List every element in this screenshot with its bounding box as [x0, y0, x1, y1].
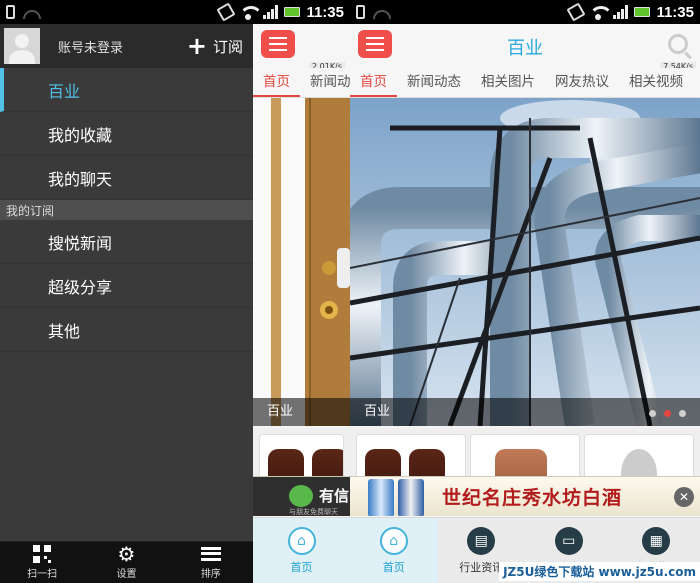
- slide-dot[interactable]: [679, 410, 686, 417]
- vibrate-icon: [216, 2, 237, 22]
- tab-bar: 首页 新闻动态: [253, 68, 350, 98]
- tab-discussion[interactable]: 网友热议: [545, 68, 619, 97]
- page-title: 百业: [507, 38, 543, 59]
- wifi-icon: [589, 6, 614, 20]
- sort-icon: [200, 545, 221, 563]
- signal-icon: [263, 5, 279, 19]
- book-icon: ▤: [467, 526, 496, 555]
- app-pane-sliding: 2.01K/s 首页 新闻动态 百业 有信 与朋友免费聊天 ⌂ 首页: [253, 24, 350, 583]
- sync-icon: [23, 9, 41, 19]
- nav-home[interactable]: ⌂ 首页: [350, 518, 438, 583]
- tab-bar: 首页 新闻动态 相关图片 网友热议 相关视频: [350, 68, 700, 98]
- clock: 11:35: [656, 3, 694, 21]
- sort-button[interactable]: 排序: [169, 542, 253, 583]
- signal-icon: [613, 5, 629, 19]
- search-icon[interactable]: [668, 34, 688, 54]
- bottom-nav: ⌂ 首页: [253, 517, 350, 583]
- subscribe-label: 订阅: [212, 37, 243, 56]
- vibrate-icon: [566, 2, 587, 22]
- ad-subtitle: 与朋友免费聊天: [289, 508, 338, 516]
- ad-banner-wechat[interactable]: 有信 与朋友免费聊天: [253, 476, 350, 516]
- account-header: 账号未登录 + 订阅: [0, 24, 253, 68]
- menu-item-news[interactable]: 搜悦新闻: [0, 220, 253, 264]
- menu-icon[interactable]: [261, 30, 295, 58]
- hero-image[interactable]: 百业: [253, 98, 350, 426]
- pipes-image: [350, 98, 700, 426]
- menu-item-share[interactable]: 超级分享: [0, 264, 253, 308]
- drawer-toolbar: 扫一扫 ⚙ 设置 排序: [0, 541, 253, 583]
- tab-images[interactable]: 相关图片: [471, 68, 545, 97]
- slide-dot-active[interactable]: [664, 410, 671, 417]
- app-header: 2.01K/s: [253, 24, 350, 71]
- section-subscriptions: 我的订阅: [0, 200, 253, 220]
- battery-icon: [284, 7, 301, 17]
- door-image: [253, 98, 350, 426]
- tab-home[interactable]: 首页: [350, 68, 397, 97]
- ad-text: 世纪名庄秀水坊白酒: [442, 487, 623, 509]
- menu-item-chat[interactable]: 我的聊天: [0, 156, 253, 200]
- settings-label: 设置: [116, 569, 137, 580]
- gear-icon: ⚙: [117, 542, 136, 566]
- sort-label: 排序: [200, 569, 221, 580]
- phone-icon: [356, 5, 365, 19]
- nav-home[interactable]: ⌂ 首页: [253, 518, 350, 583]
- slide-dot[interactable]: [649, 410, 656, 417]
- navigation-drawer: 账号未登录 + 订阅 百业 我的收藏 我的聊天 我的订阅 搜悦新闻 超级分享 其…: [0, 24, 253, 583]
- scan-button[interactable]: 扫一扫: [0, 542, 84, 583]
- close-icon[interactable]: ✕: [674, 487, 694, 507]
- qr-code-icon: [32, 545, 52, 563]
- tab-news[interactable]: 新闻动态: [300, 68, 350, 97]
- scan-label: 扫一扫: [27, 569, 58, 580]
- settings-button[interactable]: ⚙ 设置: [84, 542, 168, 583]
- nav-home-label: 首页: [382, 560, 405, 574]
- clock: 11:35: [306, 3, 344, 21]
- watermark: JZ5U绿色下载站 www.jz5u.com: [499, 562, 700, 581]
- ad-banner[interactable]: 世纪名庄秀水坊白酒 ✕: [350, 476, 700, 516]
- hero-caption: 百业: [253, 398, 350, 426]
- app-pane-main: 百业 7.54K/s 首页 新闻动态 相关图片 网友热议 相关视频 百业 世纪名…: [350, 24, 700, 583]
- plus-icon: +: [186, 32, 207, 60]
- status-bar-right: 11:35: [350, 0, 700, 24]
- status-bar-left: 11:35: [0, 0, 350, 24]
- wechat-logo-icon: [289, 485, 313, 507]
- ad-brand: 有信: [319, 487, 350, 505]
- home-icon: ⌂: [287, 526, 316, 555]
- tab-home[interactable]: 首页: [253, 68, 300, 97]
- sync-icon: [373, 9, 391, 19]
- avatar[interactable]: [4, 28, 40, 64]
- nav-home-label: 首页: [290, 560, 313, 574]
- phone-icon: [6, 5, 15, 19]
- tab-videos[interactable]: 相关视频: [619, 68, 693, 97]
- menu-item-other[interactable]: 其他: [0, 308, 253, 352]
- nav-industry-news-label: 行业资讯: [459, 560, 504, 574]
- app-header: 百业 7.54K/s: [350, 24, 700, 71]
- slide-indicator: [649, 410, 686, 417]
- chat-icon: ▭: [554, 526, 583, 555]
- hero-caption: 百业: [350, 398, 700, 426]
- account-status[interactable]: 账号未登录: [58, 37, 123, 56]
- bottle-image: [368, 479, 394, 516]
- menu-item-favorites[interactable]: 我的收藏: [0, 112, 253, 156]
- subscribe-button[interactable]: + 订阅: [186, 32, 243, 60]
- document-icon: ▦: [642, 526, 671, 555]
- wifi-icon: [239, 6, 264, 20]
- tab-news[interactable]: 新闻动态: [397, 68, 471, 97]
- home-icon: ⌂: [379, 526, 408, 555]
- bottle-image: [398, 479, 424, 516]
- menu-item-baiye[interactable]: 百业: [0, 68, 253, 112]
- battery-icon: [634, 7, 651, 17]
- hero-image[interactable]: 百业: [350, 98, 700, 426]
